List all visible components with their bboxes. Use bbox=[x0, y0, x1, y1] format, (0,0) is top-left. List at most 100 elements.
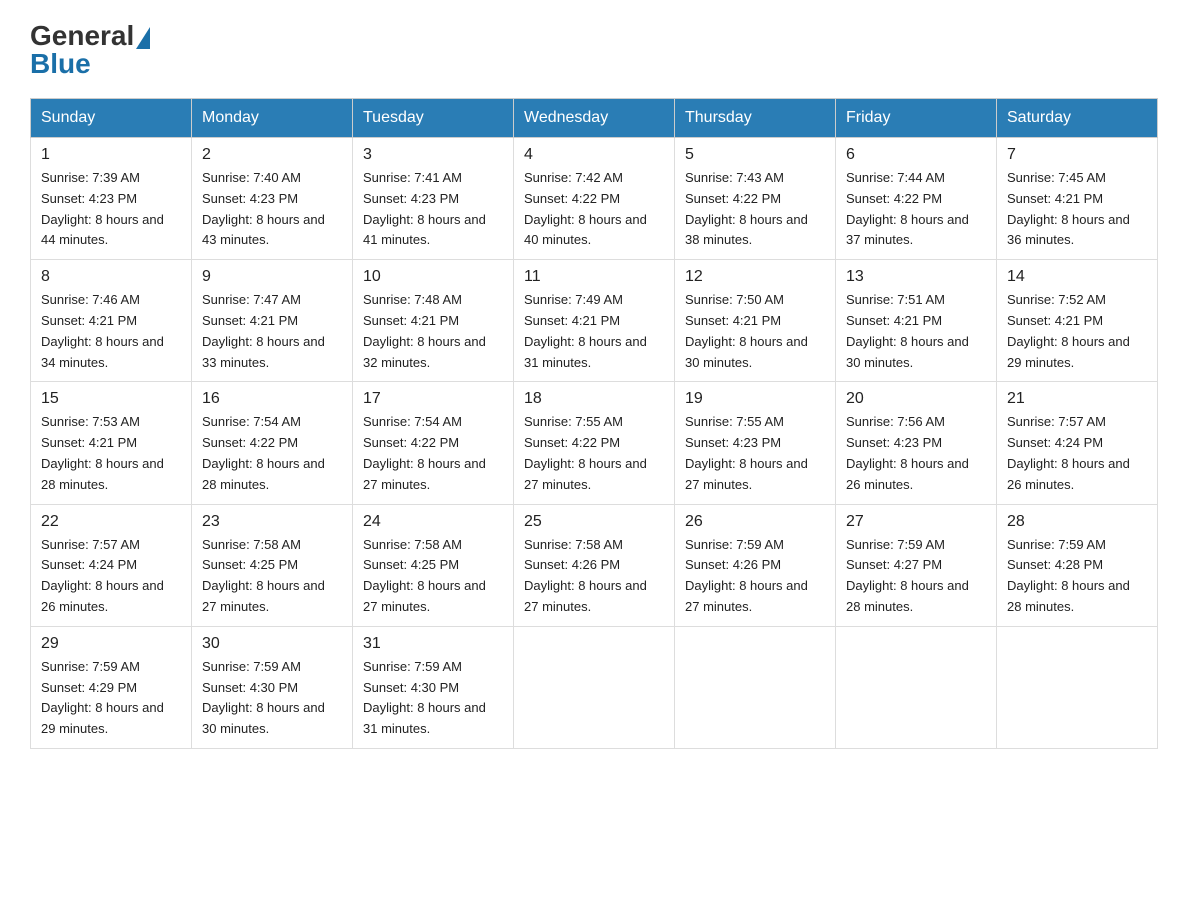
calendar-cell: 10 Sunrise: 7:48 AMSunset: 4:21 PMDaylig… bbox=[353, 260, 514, 382]
week-row: 8 Sunrise: 7:46 AMSunset: 4:21 PMDayligh… bbox=[31, 260, 1158, 382]
calendar-cell: 31 Sunrise: 7:59 AMSunset: 4:30 PMDaylig… bbox=[353, 626, 514, 748]
calendar-cell: 8 Sunrise: 7:46 AMSunset: 4:21 PMDayligh… bbox=[31, 260, 192, 382]
day-info: Sunrise: 7:45 AMSunset: 4:21 PMDaylight:… bbox=[1007, 170, 1130, 247]
day-number: 9 bbox=[202, 268, 342, 286]
day-number: 12 bbox=[685, 268, 825, 286]
day-of-week-header: Monday bbox=[192, 99, 353, 138]
day-number: 7 bbox=[1007, 146, 1147, 164]
calendar-cell: 23 Sunrise: 7:58 AMSunset: 4:25 PMDaylig… bbox=[192, 504, 353, 626]
day-of-week-header: Thursday bbox=[675, 99, 836, 138]
day-info: Sunrise: 7:59 AMSunset: 4:27 PMDaylight:… bbox=[846, 537, 969, 614]
calendar-cell: 29 Sunrise: 7:59 AMSunset: 4:29 PMDaylig… bbox=[31, 626, 192, 748]
calendar-cell: 27 Sunrise: 7:59 AMSunset: 4:27 PMDaylig… bbox=[836, 504, 997, 626]
day-number: 17 bbox=[363, 390, 503, 408]
calendar-cell: 7 Sunrise: 7:45 AMSunset: 4:21 PMDayligh… bbox=[997, 138, 1158, 260]
day-number: 4 bbox=[524, 146, 664, 164]
calendar-cell bbox=[675, 626, 836, 748]
day-info: Sunrise: 7:46 AMSunset: 4:21 PMDaylight:… bbox=[41, 292, 164, 369]
day-number: 31 bbox=[363, 635, 503, 653]
calendar-cell: 11 Sunrise: 7:49 AMSunset: 4:21 PMDaylig… bbox=[514, 260, 675, 382]
day-number: 2 bbox=[202, 146, 342, 164]
day-info: Sunrise: 7:39 AMSunset: 4:23 PMDaylight:… bbox=[41, 170, 164, 247]
day-info: Sunrise: 7:47 AMSunset: 4:21 PMDaylight:… bbox=[202, 292, 325, 369]
calendar-cell bbox=[836, 626, 997, 748]
day-info: Sunrise: 7:40 AMSunset: 4:23 PMDaylight:… bbox=[202, 170, 325, 247]
week-row: 1 Sunrise: 7:39 AMSunset: 4:23 PMDayligh… bbox=[31, 138, 1158, 260]
day-number: 23 bbox=[202, 513, 342, 531]
calendar-cell: 12 Sunrise: 7:50 AMSunset: 4:21 PMDaylig… bbox=[675, 260, 836, 382]
calendar-cell: 19 Sunrise: 7:55 AMSunset: 4:23 PMDaylig… bbox=[675, 382, 836, 504]
week-row: 29 Sunrise: 7:59 AMSunset: 4:29 PMDaylig… bbox=[31, 626, 1158, 748]
calendar-cell: 18 Sunrise: 7:55 AMSunset: 4:22 PMDaylig… bbox=[514, 382, 675, 504]
calendar-cell: 9 Sunrise: 7:47 AMSunset: 4:21 PMDayligh… bbox=[192, 260, 353, 382]
week-row: 22 Sunrise: 7:57 AMSunset: 4:24 PMDaylig… bbox=[31, 504, 1158, 626]
logo-blue-text: Blue bbox=[30, 48, 91, 79]
day-info: Sunrise: 7:50 AMSunset: 4:21 PMDaylight:… bbox=[685, 292, 808, 369]
day-of-week-header: Tuesday bbox=[353, 99, 514, 138]
day-info: Sunrise: 7:51 AMSunset: 4:21 PMDaylight:… bbox=[846, 292, 969, 369]
calendar-cell: 6 Sunrise: 7:44 AMSunset: 4:22 PMDayligh… bbox=[836, 138, 997, 260]
day-number: 5 bbox=[685, 146, 825, 164]
day-number: 15 bbox=[41, 390, 181, 408]
logo-triangle-icon bbox=[136, 27, 150, 49]
day-number: 18 bbox=[524, 390, 664, 408]
day-info: Sunrise: 7:59 AMSunset: 4:30 PMDaylight:… bbox=[202, 659, 325, 736]
calendar-cell: 14 Sunrise: 7:52 AMSunset: 4:21 PMDaylig… bbox=[997, 260, 1158, 382]
day-info: Sunrise: 7:59 AMSunset: 4:28 PMDaylight:… bbox=[1007, 537, 1130, 614]
calendar-cell: 17 Sunrise: 7:54 AMSunset: 4:22 PMDaylig… bbox=[353, 382, 514, 504]
day-of-week-header: Sunday bbox=[31, 99, 192, 138]
day-number: 26 bbox=[685, 513, 825, 531]
day-info: Sunrise: 7:59 AMSunset: 4:30 PMDaylight:… bbox=[363, 659, 486, 736]
day-number: 20 bbox=[846, 390, 986, 408]
day-number: 25 bbox=[524, 513, 664, 531]
calendar-cell: 26 Sunrise: 7:59 AMSunset: 4:26 PMDaylig… bbox=[675, 504, 836, 626]
calendar-cell: 5 Sunrise: 7:43 AMSunset: 4:22 PMDayligh… bbox=[675, 138, 836, 260]
day-info: Sunrise: 7:43 AMSunset: 4:22 PMDaylight:… bbox=[685, 170, 808, 247]
calendar-cell: 22 Sunrise: 7:57 AMSunset: 4:24 PMDaylig… bbox=[31, 504, 192, 626]
day-number: 1 bbox=[41, 146, 181, 164]
logo: General Blue bbox=[30, 20, 152, 80]
day-info: Sunrise: 7:55 AMSunset: 4:23 PMDaylight:… bbox=[685, 414, 808, 491]
calendar-cell: 24 Sunrise: 7:58 AMSunset: 4:25 PMDaylig… bbox=[353, 504, 514, 626]
day-info: Sunrise: 7:42 AMSunset: 4:22 PMDaylight:… bbox=[524, 170, 647, 247]
calendar-cell bbox=[514, 626, 675, 748]
day-info: Sunrise: 7:58 AMSunset: 4:26 PMDaylight:… bbox=[524, 537, 647, 614]
calendar-table: SundayMondayTuesdayWednesdayThursdayFrid… bbox=[30, 98, 1158, 749]
day-info: Sunrise: 7:49 AMSunset: 4:21 PMDaylight:… bbox=[524, 292, 647, 369]
day-number: 28 bbox=[1007, 513, 1147, 531]
calendar-cell: 16 Sunrise: 7:54 AMSunset: 4:22 PMDaylig… bbox=[192, 382, 353, 504]
day-info: Sunrise: 7:53 AMSunset: 4:21 PMDaylight:… bbox=[41, 414, 164, 491]
header: General Blue bbox=[30, 20, 1158, 80]
day-of-week-header: Wednesday bbox=[514, 99, 675, 138]
calendar-cell: 25 Sunrise: 7:58 AMSunset: 4:26 PMDaylig… bbox=[514, 504, 675, 626]
day-info: Sunrise: 7:59 AMSunset: 4:29 PMDaylight:… bbox=[41, 659, 164, 736]
day-number: 16 bbox=[202, 390, 342, 408]
day-info: Sunrise: 7:56 AMSunset: 4:23 PMDaylight:… bbox=[846, 414, 969, 491]
calendar-cell: 1 Sunrise: 7:39 AMSunset: 4:23 PMDayligh… bbox=[31, 138, 192, 260]
day-info: Sunrise: 7:54 AMSunset: 4:22 PMDaylight:… bbox=[363, 414, 486, 491]
calendar-cell: 28 Sunrise: 7:59 AMSunset: 4:28 PMDaylig… bbox=[997, 504, 1158, 626]
day-number: 11 bbox=[524, 268, 664, 286]
day-number: 22 bbox=[41, 513, 181, 531]
day-info: Sunrise: 7:55 AMSunset: 4:22 PMDaylight:… bbox=[524, 414, 647, 491]
calendar-cell: 20 Sunrise: 7:56 AMSunset: 4:23 PMDaylig… bbox=[836, 382, 997, 504]
day-number: 13 bbox=[846, 268, 986, 286]
calendar-cell: 2 Sunrise: 7:40 AMSunset: 4:23 PMDayligh… bbox=[192, 138, 353, 260]
day-number: 10 bbox=[363, 268, 503, 286]
calendar-cell: 15 Sunrise: 7:53 AMSunset: 4:21 PMDaylig… bbox=[31, 382, 192, 504]
day-number: 6 bbox=[846, 146, 986, 164]
calendar-cell: 13 Sunrise: 7:51 AMSunset: 4:21 PMDaylig… bbox=[836, 260, 997, 382]
day-number: 24 bbox=[363, 513, 503, 531]
day-info: Sunrise: 7:58 AMSunset: 4:25 PMDaylight:… bbox=[363, 537, 486, 614]
day-number: 14 bbox=[1007, 268, 1147, 286]
calendar-header-row: SundayMondayTuesdayWednesdayThursdayFrid… bbox=[31, 99, 1158, 138]
day-of-week-header: Saturday bbox=[997, 99, 1158, 138]
day-info: Sunrise: 7:58 AMSunset: 4:25 PMDaylight:… bbox=[202, 537, 325, 614]
day-info: Sunrise: 7:48 AMSunset: 4:21 PMDaylight:… bbox=[363, 292, 486, 369]
day-number: 3 bbox=[363, 146, 503, 164]
day-info: Sunrise: 7:57 AMSunset: 4:24 PMDaylight:… bbox=[41, 537, 164, 614]
day-number: 19 bbox=[685, 390, 825, 408]
day-info: Sunrise: 7:59 AMSunset: 4:26 PMDaylight:… bbox=[685, 537, 808, 614]
day-number: 8 bbox=[41, 268, 181, 286]
day-number: 27 bbox=[846, 513, 986, 531]
